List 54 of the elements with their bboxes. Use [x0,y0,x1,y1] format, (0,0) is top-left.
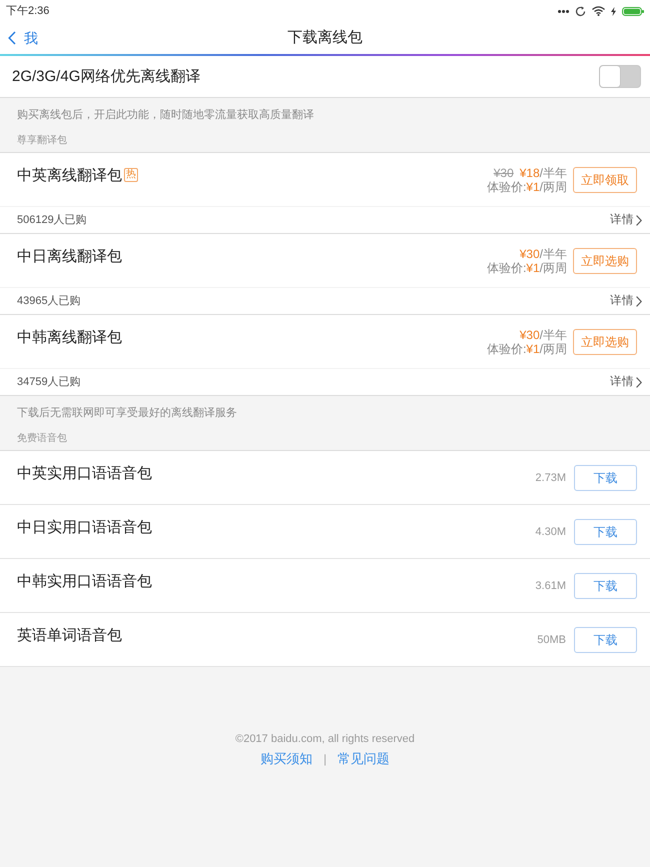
buy-button[interactable]: 立即选购 [573,328,637,354]
chevron-right-icon [636,214,642,226]
file-size: 2.73M [535,470,566,484]
voice-pack-name: 中日实用口语语音包 [17,518,152,538]
copyright-text: ©2017 baidu.com, all rights reserved [235,732,415,747]
chevron-right-icon [636,376,642,388]
chevron-left-icon [8,31,16,45]
back-link[interactable]: 我 [8,29,38,47]
sync-icon [575,6,586,16]
file-size: 4.30M [535,524,566,538]
section-note: 购买离线包后，开启此功能，随时随地零流量获取高质量翻译 [17,108,314,122]
details-link[interactable]: 详情 [610,294,642,308]
trial-price: 体验价:¥1/两周 [486,180,567,194]
package-name: 中日离线翻译包 [17,247,122,267]
current-price: ¥30/半年 [518,328,567,342]
charging-bolt-icon [611,6,616,16]
wifi-icon [592,6,605,16]
voice-pack-name: 英语单词语音包 [17,626,122,646]
footer-link[interactable]: 购买须知 [260,751,312,766]
voice-pack-name: 中英实用口语语音包 [17,464,152,484]
package-name: 中英离线翻译包 [17,166,122,186]
download-button[interactable]: 下载 [574,518,637,544]
file-size: 50MB [537,632,566,646]
details-link[interactable]: 详情 [610,213,642,227]
chevron-right-icon [636,296,642,306]
toggle-switch[interactable] [599,65,641,88]
details-link[interactable]: 详情 [610,375,642,389]
buyers-count: 506129人已购 [17,213,87,227]
more-dots-icon [558,10,569,12]
download-button[interactable]: 下载 [574,572,637,598]
buyers-count: 34759人已购 [17,375,81,389]
trial-price: 体验价:¥1/两周 [486,342,567,356]
download-button[interactable]: 下载 [574,464,637,490]
setting-label: 2G/3G/4G网络优先离线翻译 [12,66,200,86]
file-size: 3.61M [535,578,566,592]
voice-pack-name: 中韩实用口语语音包 [17,572,152,592]
current-price: ¥18/半年 [520,166,567,180]
link-separator: | [323,752,327,766]
buy-button[interactable]: 立即领取 [573,166,637,192]
current-price: ¥30/半年 [518,246,567,260]
footer-link[interactable]: 常见问题 [338,751,390,766]
package-name: 中韩离线翻译包 [17,328,122,348]
original-price: ¥30 [494,166,514,180]
buyers-count: 43965人已购 [17,294,81,308]
battery-icon [622,6,644,16]
page-title: 下载离线包 [288,28,362,48]
section-heading: 尊享翻译包 [17,135,67,147]
section-note: 下载后无需联网即可享受最好的离线翻译服务 [17,406,237,420]
buy-button[interactable]: 立即选购 [573,248,637,274]
status-time: 下午2:36 [6,4,50,18]
section-heading: 免费语音包 [17,433,67,445]
download-button[interactable]: 下载 [574,626,637,652]
trial-price: 体验价:¥1/两周 [486,260,567,274]
hot-badge: 热 [124,168,138,182]
